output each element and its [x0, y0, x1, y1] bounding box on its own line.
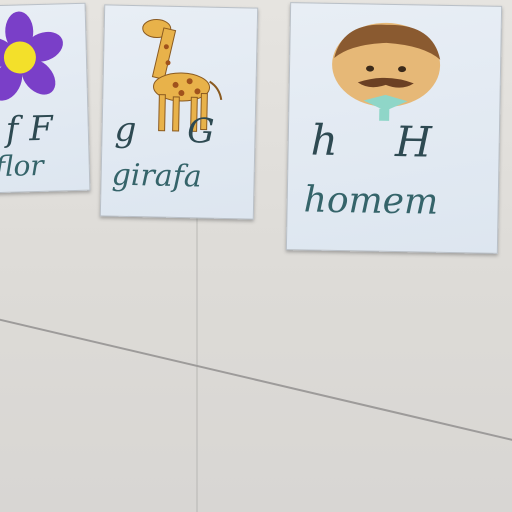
- card-word: homem: [303, 179, 439, 223]
- card-word: flor: [0, 148, 45, 184]
- flower-picture: [0, 11, 63, 101]
- wall-seam-vertical: [196, 210, 198, 512]
- alphabet-card-girafa: g G girafa: [99, 4, 259, 220]
- card-letters: f F: [5, 108, 54, 150]
- card-word: girafa: [111, 157, 203, 195]
- card-letters: g G: [114, 109, 235, 153]
- wall-seam-diagonal: [0, 314, 512, 444]
- man-face-picture: [332, 22, 441, 121]
- alphabet-card-flor: f F flor: [0, 2, 91, 194]
- alphabet-card-homem: h H homem: [285, 2, 503, 254]
- card-letters: h H: [310, 115, 455, 168]
